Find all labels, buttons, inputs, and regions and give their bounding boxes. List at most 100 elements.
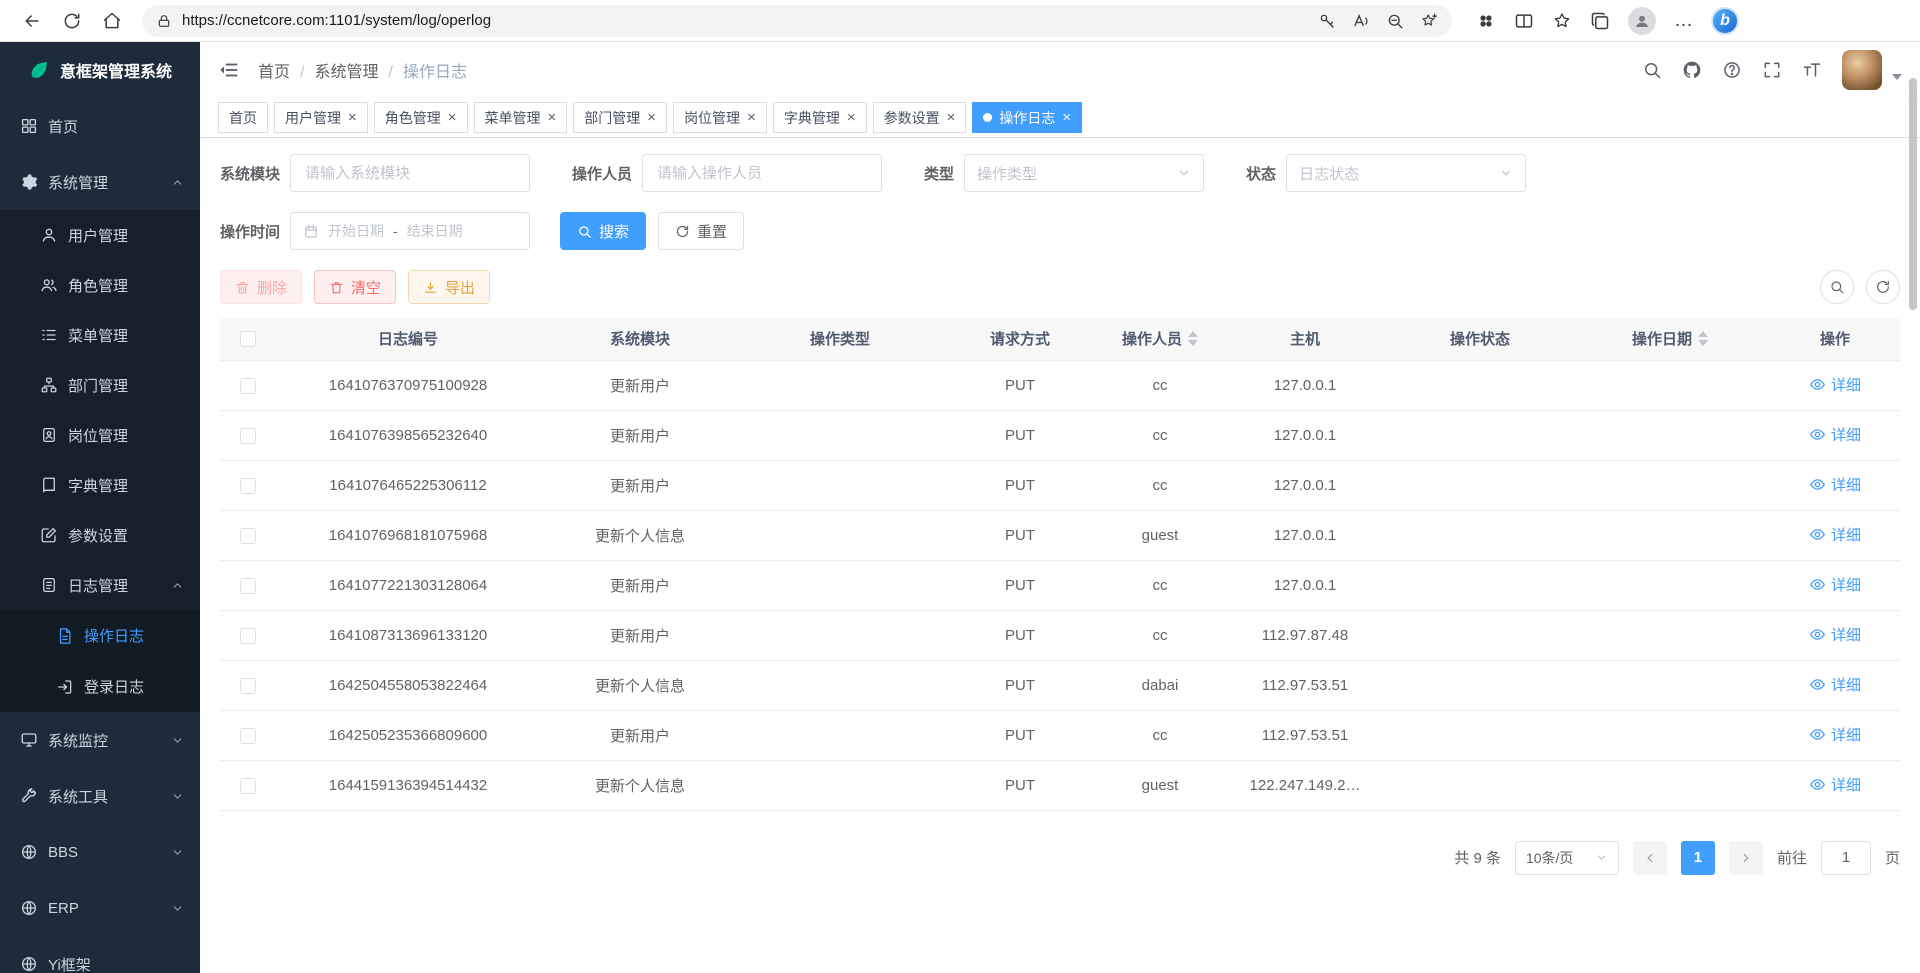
sidebar-item-departments[interactable]: 部门管理: [0, 360, 200, 410]
clear-button[interactable]: 清空: [314, 270, 396, 304]
toggle-search-button[interactable]: [1820, 270, 1854, 304]
sidebar-item-parameters[interactable]: 参数设置: [0, 510, 200, 560]
sidebar-item-login-log[interactable]: 登录日志: [0, 661, 200, 712]
breadcrumb-system[interactable]: 系统管理: [290, 58, 378, 82]
extensions-icon[interactable]: [1476, 11, 1496, 31]
detail-link[interactable]: 详细: [1809, 774, 1861, 795]
sidebar-item-users[interactable]: 用户管理: [0, 210, 200, 260]
detail-link[interactable]: 详细: [1809, 674, 1861, 695]
page-number-button[interactable]: 1: [1681, 841, 1715, 875]
close-icon[interactable]: ×: [647, 110, 656, 125]
row-checkbox[interactable]: [240, 628, 256, 644]
font-size-icon[interactable]: [1802, 60, 1822, 80]
select-all-checkbox[interactable]: [240, 331, 256, 347]
sidebar-item-oper-log[interactable]: 操作日志: [0, 610, 200, 661]
breadcrumb-home[interactable]: 首页: [258, 58, 290, 82]
split-screen-icon[interactable]: [1514, 11, 1534, 31]
collections-icon[interactable]: [1590, 11, 1610, 31]
app-logo[interactable]: 意框架管理系统: [0, 42, 200, 98]
browser-refresh-button[interactable]: [54, 3, 90, 39]
avatar-caret-icon[interactable]: [1892, 74, 1902, 80]
tab-departments[interactable]: 部门管理×: [573, 102, 667, 133]
close-icon[interactable]: ×: [947, 110, 956, 125]
close-icon[interactable]: ×: [1062, 110, 1071, 125]
tab-oper-log[interactable]: 操作日志×: [972, 102, 1082, 133]
read-aloud-icon[interactable]: [1352, 12, 1370, 30]
sidebar-item-bbs[interactable]: BBS: [0, 824, 200, 880]
reset-button[interactable]: 重置: [658, 212, 744, 250]
sidebar-item-dictionary[interactable]: 字典管理: [0, 460, 200, 510]
tab-users[interactable]: 用户管理×: [274, 102, 368, 133]
row-checkbox[interactable]: [240, 528, 256, 544]
sidebar-item-menus[interactable]: 菜单管理: [0, 310, 200, 360]
browser-profile-avatar[interactable]: [1628, 7, 1656, 35]
site-permissions-icon[interactable]: [156, 13, 172, 29]
browser-home-button[interactable]: [94, 3, 130, 39]
tab-dictionary[interactable]: 字典管理×: [773, 102, 867, 133]
detail-link[interactable]: 详细: [1809, 424, 1861, 445]
close-icon[interactable]: ×: [747, 110, 756, 125]
row-checkbox[interactable]: [240, 428, 256, 444]
search-icon[interactable]: [1642, 60, 1662, 80]
detail-link[interactable]: 详细: [1809, 524, 1861, 545]
help-icon[interactable]: [1722, 60, 1742, 80]
favorites-star-add-icon[interactable]: [1420, 12, 1438, 30]
sidebar-item-home[interactable]: 首页: [0, 98, 200, 154]
user-avatar[interactable]: [1842, 50, 1882, 90]
github-icon[interactable]: [1682, 60, 1702, 80]
search-button[interactable]: 搜索: [560, 212, 646, 250]
tab-home[interactable]: 首页: [218, 102, 268, 133]
sidebar-item-roles[interactable]: 角色管理: [0, 260, 200, 310]
page-scrollbar[interactable]: [1909, 78, 1917, 310]
operator-input[interactable]: [642, 154, 882, 192]
row-checkbox[interactable]: [240, 478, 256, 494]
row-checkbox[interactable]: [240, 678, 256, 694]
sidebar-item-log-management[interactable]: 日志管理: [0, 560, 200, 610]
fullscreen-icon[interactable]: [1762, 60, 1782, 80]
detail-link[interactable]: 详细: [1809, 724, 1861, 745]
address-bar[interactable]: https://ccnetcore.com:1101/system/log/op…: [142, 5, 1452, 37]
sort-control[interactable]: [1698, 331, 1708, 346]
close-icon[interactable]: ×: [348, 110, 357, 125]
date-range-picker[interactable]: 开始日期 - 结束日期: [290, 212, 530, 250]
detail-link[interactable]: 详细: [1809, 574, 1861, 595]
status-select[interactable]: 日志状态: [1286, 154, 1526, 192]
close-icon[interactable]: ×: [548, 110, 557, 125]
type-select[interactable]: 操作类型: [964, 154, 1204, 192]
page-size-select[interactable]: 10条/页: [1515, 841, 1619, 875]
browser-back-button[interactable]: [14, 3, 50, 39]
tab-roles[interactable]: 角色管理×: [374, 102, 468, 133]
next-page-button[interactable]: [1729, 841, 1763, 875]
sort-control[interactable]: [1188, 331, 1198, 346]
favorites-icon[interactable]: [1552, 11, 1572, 31]
refresh-table-button[interactable]: [1866, 270, 1900, 304]
tab-parameters[interactable]: 参数设置×: [873, 102, 967, 133]
detail-link[interactable]: 详细: [1809, 624, 1861, 645]
url-text[interactable]: https://ccnetcore.com:1101/system/log/op…: [182, 12, 1308, 29]
export-button[interactable]: 导出: [408, 270, 490, 304]
row-checkbox[interactable]: [240, 578, 256, 594]
tab-posts[interactable]: 岗位管理×: [673, 102, 767, 133]
sidebar-item-monitor[interactable]: 系统监控: [0, 712, 200, 768]
browser-more-icon[interactable]: …: [1674, 11, 1693, 30]
column-header-operator[interactable]: 操作人员: [1100, 318, 1220, 360]
sidebar-item-yi-framework[interactable]: Yi框架: [0, 936, 200, 973]
tab-menus[interactable]: 菜单管理×: [474, 102, 568, 133]
sidebar-item-posts[interactable]: 岗位管理: [0, 410, 200, 460]
column-header-date[interactable]: 操作日期: [1570, 318, 1770, 360]
detail-link[interactable]: 详细: [1809, 374, 1861, 395]
start-date-placeholder[interactable]: 开始日期: [328, 221, 384, 241]
detail-link[interactable]: 详细: [1809, 474, 1861, 495]
goto-page-input[interactable]: [1821, 841, 1871, 875]
zoom-icon[interactable]: [1386, 12, 1404, 30]
row-checkbox[interactable]: [240, 728, 256, 744]
close-icon[interactable]: ×: [847, 110, 856, 125]
sidebar-toggle-icon[interactable]: [218, 59, 240, 81]
password-key-icon[interactable]: [1318, 12, 1336, 30]
sidebar-item-tools[interactable]: 系统工具: [0, 768, 200, 824]
close-icon[interactable]: ×: [448, 110, 457, 125]
prev-page-button[interactable]: [1633, 841, 1667, 875]
sidebar-item-system[interactable]: 系统管理: [0, 154, 200, 210]
end-date-placeholder[interactable]: 结束日期: [407, 221, 463, 241]
module-input[interactable]: [290, 154, 530, 192]
